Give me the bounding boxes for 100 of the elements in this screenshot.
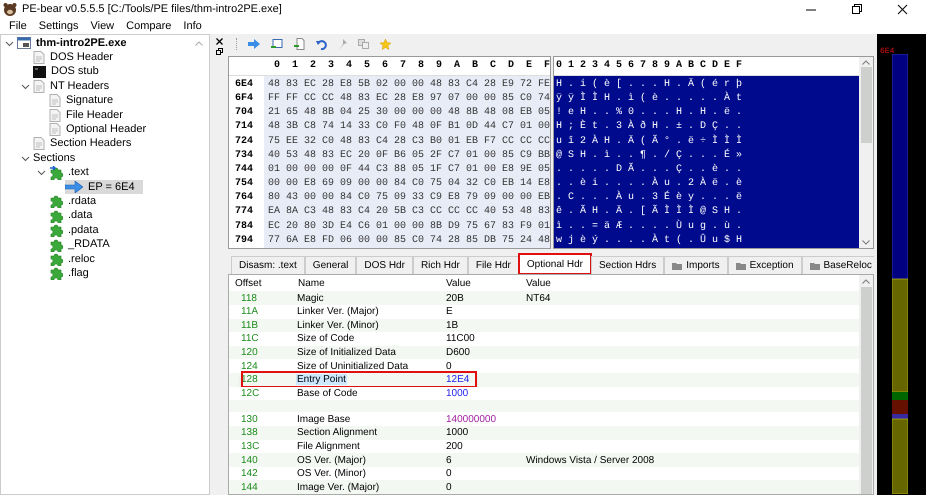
menu-item[interactable]: Settings [38,21,78,32]
tab[interactable]: Optional Hdr [518,254,591,274]
scroll-up-icon[interactable] [195,41,203,46]
offset-cell-text: 144 [240,480,259,495]
star-icon[interactable] [380,38,391,50]
document-arrow-icon[interactable] [294,38,305,50]
tab[interactable]: Disasm: .text [231,256,305,274]
ascii-text: . C . . . À u . 3 É è y . . . ë [556,191,742,204]
name-cell: Base of Code [296,388,359,399]
scroll-up-icon[interactable] [862,60,870,65]
menu-item[interactable]: Info [183,21,202,32]
tree-item[interactable]: .reloc [49,252,103,266]
hex-bytes: EA 8A C3 48 83 C4 20 5B C3 CC CC CC 40 53 48 83 [266,205,550,220]
name-cell: Magic [296,292,325,304]
tree-item[interactable]: Section Headers [33,136,140,151]
column-header[interactable]: Offset [229,276,296,291]
name-cell: File Alignment [296,440,361,452]
ascii-text: ì . . = ä Æ . . . . Ù u g . ù . [556,220,742,234]
tab[interactable]: BaseReloc [802,256,874,274]
tree-item[interactable]: .pdata [49,223,107,238]
tree-item[interactable]: .text [49,166,97,180]
tree-item[interactable]: Sections [33,151,84,166]
name-cell: Linker Ver. (Major) [296,306,380,318]
puzzle-icon [49,238,63,252]
value-cell-text: 0 [446,480,453,495]
row-offset: 724 [235,134,254,148]
tree-item[interactable]: .data [49,208,100,223]
copy-icon[interactable] [358,39,369,49]
tree-item[interactable]: .rdata [49,194,104,208]
ascii-text: ! e H . . % 0 . . . H . H . ë . [556,106,742,120]
tree-item[interactable]: .flag [49,266,97,280]
hex-bytes: 80 43 00 00 84 C0 75 09 33 C9 E8 79 09 00 00 EB [266,191,550,206]
offset-cell-text: 12C [240,386,260,401]
ascii-text: H ; È t . 3 À ð H . ± . D Ç . . [556,120,742,134]
hex-bytes: 00 00 E8 69 09 00 00 84 C0 75 04 32 C0 EB 14 E8 [266,177,550,192]
name-cell: Linker Ver. (Minor) [296,320,380,331]
value-cell-text: 20B [446,292,465,306]
value-cell-text: E [446,305,454,320]
value-cell-text: D600 [446,346,471,360]
tab[interactable]: File Hdr [468,256,519,274]
document-icon [33,80,45,93]
tree-item[interactable]: _RDATA [49,238,118,252]
value-cell-text: 0 [446,360,453,374]
scroll-down-icon[interactable] [862,240,870,245]
column-header: 0 1 2 3 4 5 6 7 8 9 A B C D E F [556,59,742,74]
tree-item[interactable]: DOS Header [33,50,121,65]
value-cell-text: 12E4 [446,373,470,388]
tab[interactable]: Imports [664,256,728,274]
tab[interactable]: Exception [728,256,802,274]
ascii-text: ÿ ÿ Ì Ì H . ì ( è . . . . . À t [556,92,742,106]
scroll-thumb[interactable] [860,287,872,494]
tab[interactable]: Rich Hdr [412,256,468,274]
tree-item[interactable]: EP = 6E4 [65,180,143,194]
scrollbar[interactable] [859,275,873,494]
console-icon [33,66,46,78]
offset-cell-text: 140 [240,454,259,468]
offset-cell-text: 11C [240,332,260,346]
value-cell-text: 0 [446,467,453,482]
column-header[interactable]: Name [296,276,446,291]
row-offset: 754 [235,177,254,192]
value-cell-text: 6 [446,454,453,468]
puzzle-icon [49,208,63,223]
offset-cell-text: 138 [240,426,259,440]
tree-item[interactable]: thm-intro2PE.exe [17,36,134,50]
row-offset: 764 [235,191,254,206]
window-icon [17,37,31,50]
scrollbar[interactable] [859,57,873,248]
close-icon[interactable] [216,38,222,45]
scroll-thumb[interactable] [860,67,872,143]
column-header[interactable]: Value [526,276,859,291]
pin-icon[interactable] [338,38,347,50]
chevron-down-icon[interactable] [37,168,46,178]
tab[interactable]: DOS Hdr [356,256,413,274]
scroll-up-icon[interactable] [862,279,870,284]
value-cell-text: 200 [446,440,464,454]
name-cell: Image Ver. (Major) [296,482,380,493]
tab[interactable]: General [304,256,356,274]
menu-item[interactable]: View [90,21,114,32]
offset-cell-text: 128 [240,373,259,388]
hex-bytes: EC 20 80 3D E4 C6 01 00 00 8B D9 75 67 83 F9 01 [266,220,550,234]
tree-item[interactable]: File Header [49,108,131,122]
tree-item[interactable]: Signature [49,94,122,108]
offset-cell-text: 11A [240,305,260,320]
column-header[interactable]: Value [446,276,526,291]
menu-item[interactable]: Compare [126,21,172,32]
tab[interactable]: Section Hdrs [591,256,664,274]
tree-item[interactable]: Optional Header [49,122,154,137]
undo-icon[interactable] [316,38,327,50]
float-icon[interactable] [216,48,222,55]
tree-item[interactable]: DOS stub [33,64,107,79]
right-arrow-icon[interactable] [248,39,260,49]
row-offset: 774 [235,205,254,220]
column-header: 0 1 2 3 4 5 6 7 8 9 A B C D E F [274,59,550,74]
row-offset: 744 [235,162,254,177]
chevron-down-icon[interactable] [5,38,14,48]
menu-item[interactable]: File [9,21,27,32]
chevron-down-icon[interactable] [21,154,30,163]
tree-item[interactable]: NT Headers [33,79,118,94]
puzzle-icon [49,266,63,280]
chevron-down-icon[interactable] [21,82,30,91]
